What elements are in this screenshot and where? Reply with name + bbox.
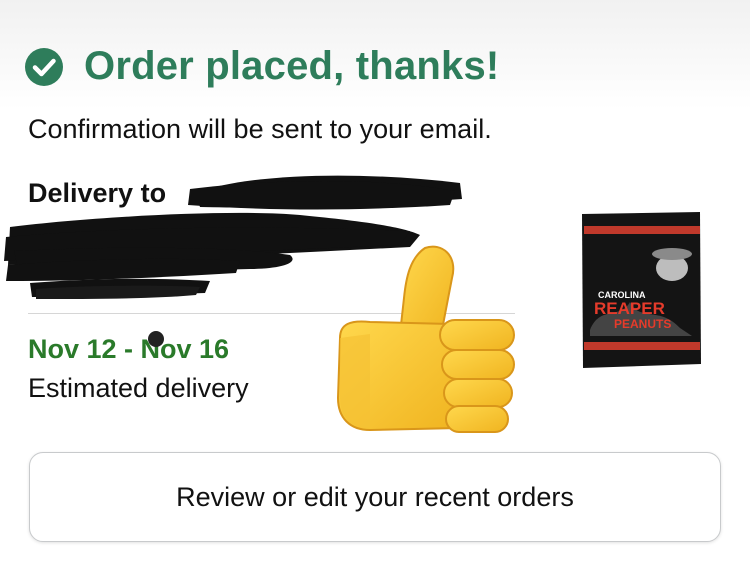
check-circle-icon [25, 47, 63, 86]
page-title: Order placed, thanks! [84, 44, 500, 88]
review-orders-button[interactable]: Review or edit your recent orders [29, 452, 721, 542]
product-image: CAROLINA REAPER PEANUTS [582, 212, 701, 368]
marker-dot [148, 331, 164, 347]
confirmation-header: Order placed, thanks! [24, 44, 499, 89]
thumbs-up-icon [336, 245, 515, 433]
estimated-delivery-label: Estimated delivery [28, 373, 249, 403]
delivery-date-range: Nov 12 - Nov 16 [28, 334, 230, 364]
package-title-line1: REAPER [594, 299, 665, 318]
order-confirmation-screen: Order placed, thanks! Confirmation will … [0, 0, 750, 585]
confirmation-message: Confirmation will be sent to your email. [28, 114, 492, 144]
package-title-line2: PEANUTS [614, 317, 671, 331]
